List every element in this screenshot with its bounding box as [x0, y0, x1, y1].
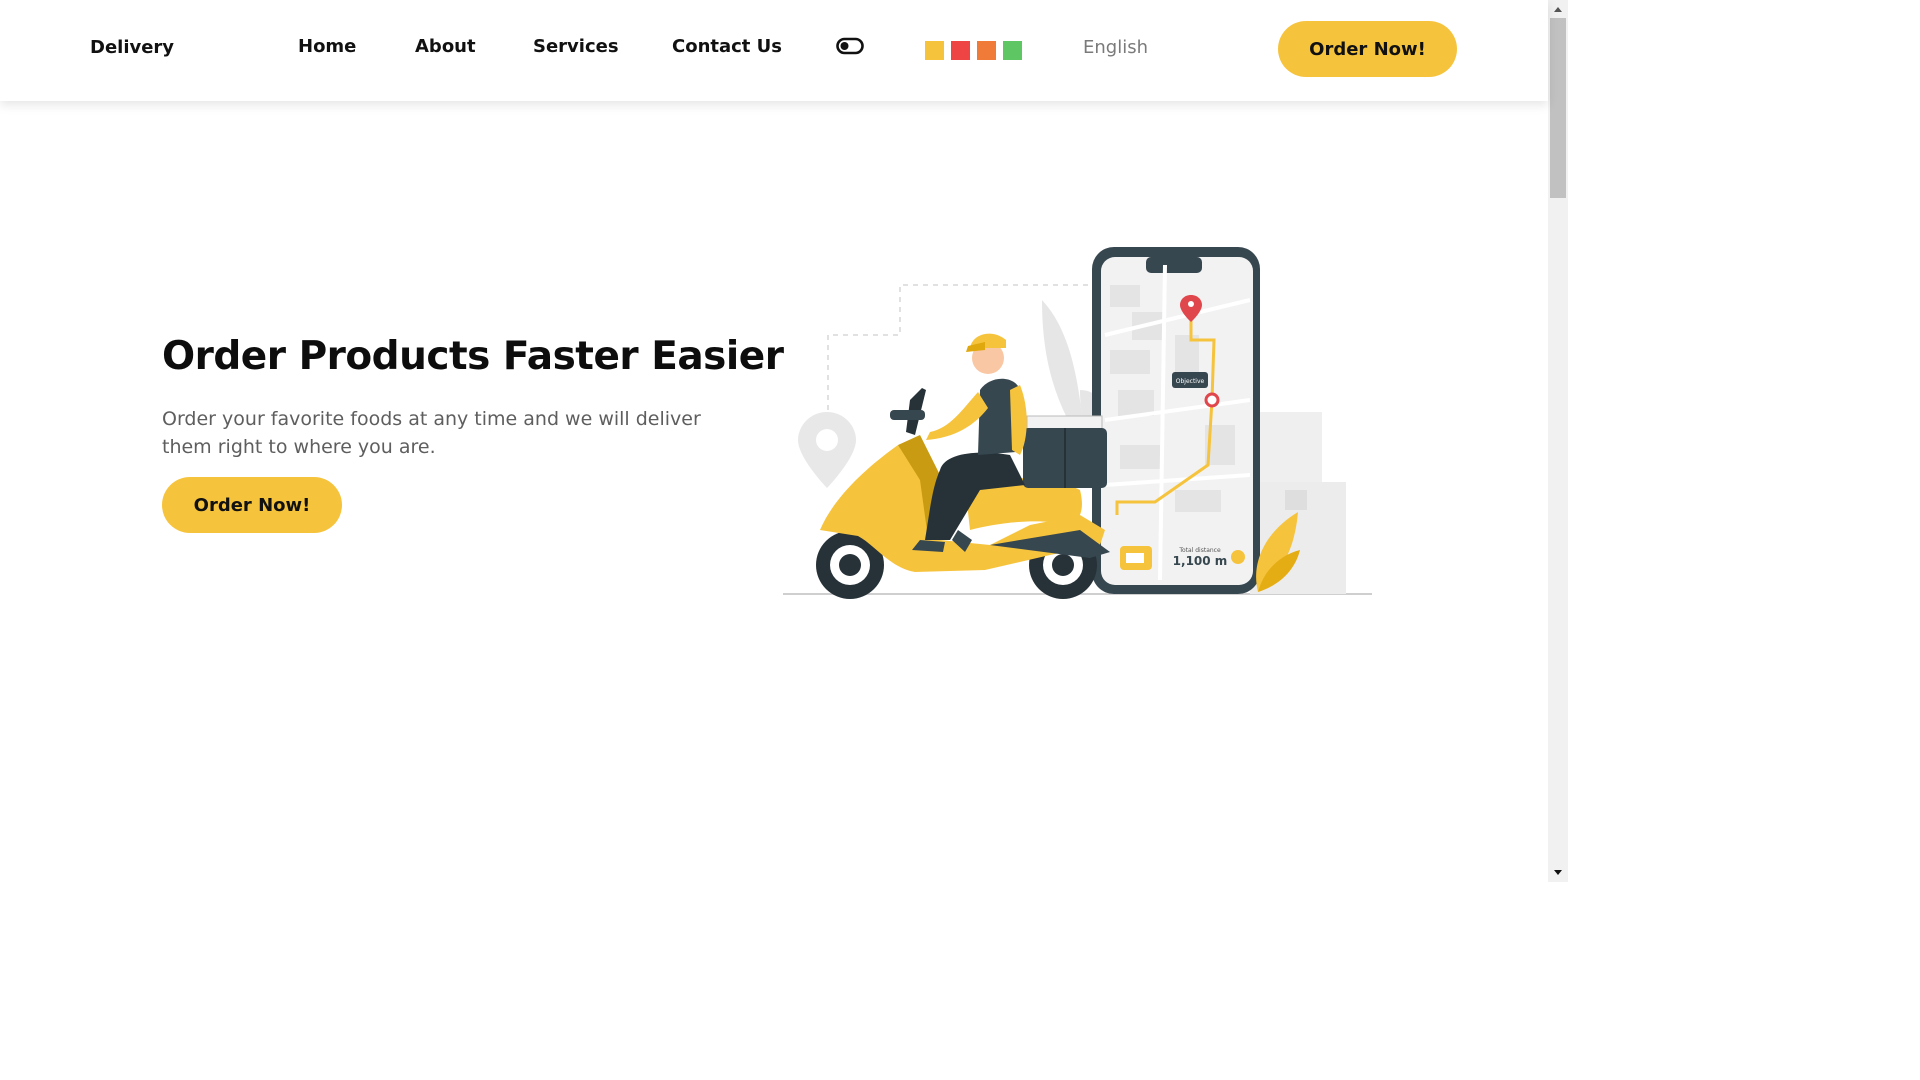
nav-contact-us[interactable]: Contact Us [672, 36, 782, 57]
swatch-green[interactable] [1003, 41, 1022, 60]
hero-order-now-button[interactable]: Order Now! [162, 477, 342, 533]
theme-toggle-icon[interactable] [836, 37, 864, 56]
map-marker-label: Objective [1176, 378, 1205, 385]
language-selector[interactable]: English [1083, 37, 1148, 58]
nav-home[interactable]: Home [298, 36, 356, 57]
swatch-orange[interactable] [977, 41, 996, 60]
scroll-up-arrow-icon[interactable] [1548, 0, 1568, 18]
nav-about[interactable]: About [415, 36, 476, 57]
brand-logo[interactable]: Delivery [90, 37, 174, 58]
hero-title: Order Products Faster Easier [162, 334, 784, 379]
swatch-red[interactable] [951, 41, 970, 60]
page-scrollbar[interactable] [1548, 0, 1568, 882]
hero-subtitle: Order your favorite foods at any time an… [162, 408, 701, 458]
top-navbar: Delivery Home About Services Contact Us … [0, 0, 1548, 101]
swatch-yellow[interactable] [925, 41, 944, 60]
phone-card-caption: Total distance [1178, 547, 1221, 554]
delivery-illustration: Objective Total distance 1,100 m [780, 240, 1380, 600]
scroll-thumb[interactable] [1550, 18, 1566, 198]
nav-services[interactable]: Services [533, 36, 619, 57]
scroll-down-arrow-icon[interactable] [1548, 864, 1568, 882]
phone-card-value: 1,100 m [1173, 554, 1228, 568]
color-swatches [925, 41, 1022, 60]
header-order-now-button[interactable]: Order Now! [1278, 21, 1457, 77]
